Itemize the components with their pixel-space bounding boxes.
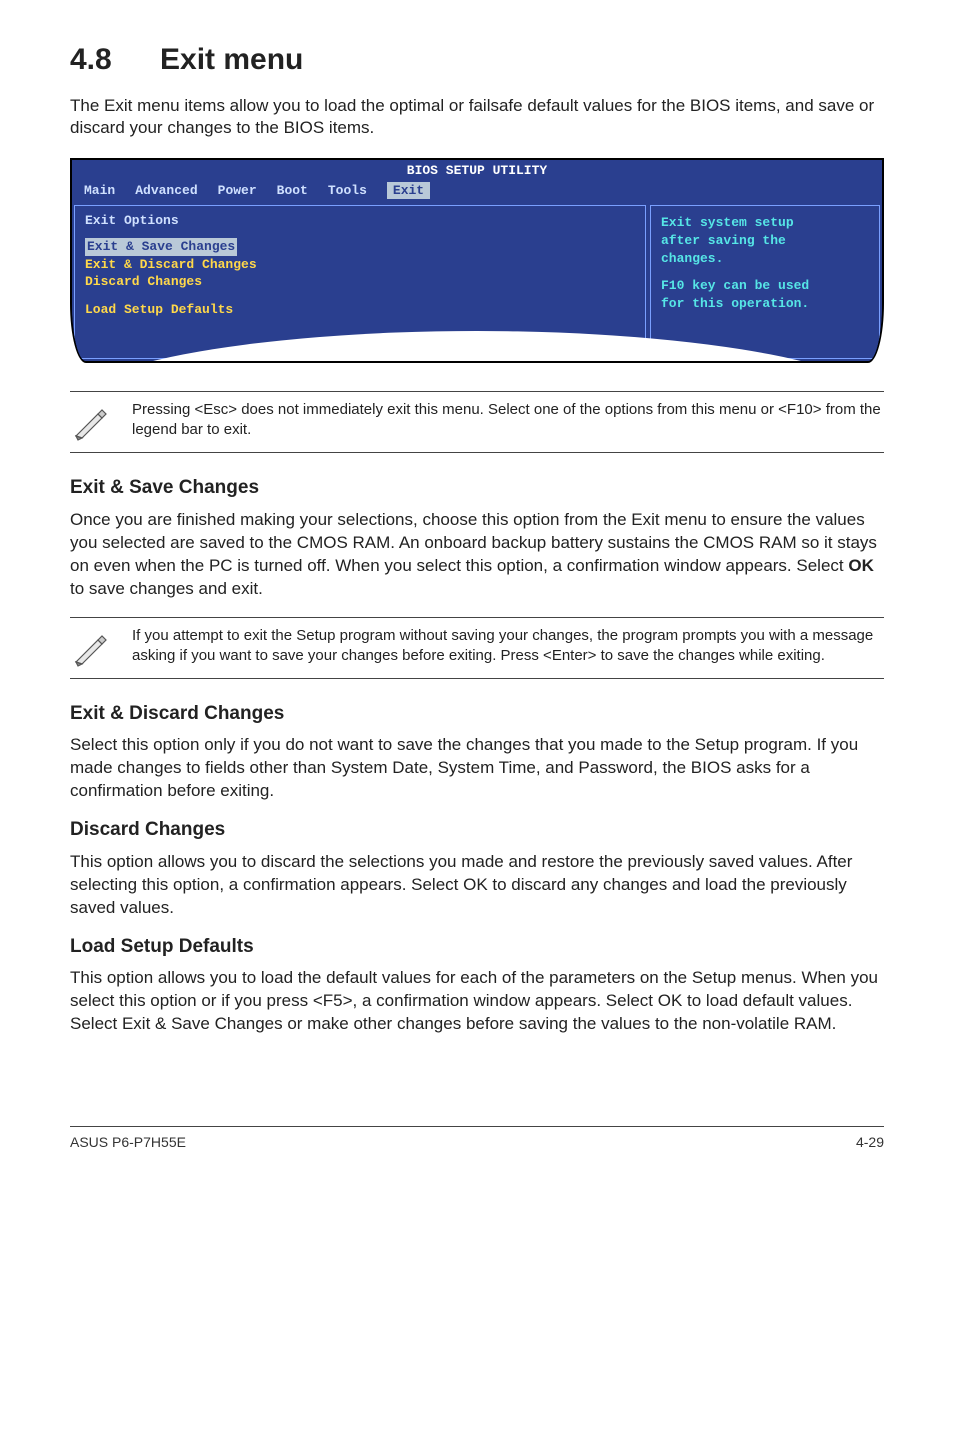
bios-tab-main[interactable]: Main bbox=[84, 182, 115, 200]
bios-help-line: F10 key can be used bbox=[661, 277, 869, 295]
footer-left: ASUS P6-P7H55E bbox=[70, 1133, 186, 1152]
paragraph-load-defaults: This option allows you to load the defau… bbox=[70, 967, 884, 1036]
note-box: Pressing <Esc> does not immediately exit… bbox=[70, 391, 884, 453]
bios-help-line: changes. bbox=[661, 250, 869, 268]
bios-menu-bar: Main Advanced Power Boot Tools Exit bbox=[72, 180, 882, 204]
bios-title-bar: BIOS SETUP UTILITY bbox=[72, 160, 882, 180]
note-box: If you attempt to exit the Setup program… bbox=[70, 617, 884, 679]
bios-left-pane: Exit Options Exit & Save Changes Exit & … bbox=[74, 205, 646, 359]
heading-exit-save: Exit & Save Changes bbox=[70, 475, 884, 501]
page-title: 4.8Exit menu bbox=[70, 40, 884, 81]
bios-item-discard[interactable]: Discard Changes bbox=[85, 273, 635, 291]
page-footer: ASUS P6-P7H55E 4-29 bbox=[70, 1126, 884, 1152]
bios-tab-advanced[interactable]: Advanced bbox=[135, 182, 197, 200]
section-name: Exit menu bbox=[160, 43, 303, 76]
note-text: Pressing <Esc> does not immediately exit… bbox=[132, 400, 884, 441]
bios-item-load-defaults[interactable]: Load Setup Defaults bbox=[85, 301, 635, 319]
bios-help-line: for this operation. bbox=[661, 295, 869, 313]
heading-exit-discard: Exit & Discard Changes bbox=[70, 701, 884, 727]
text-run: to save changes and exit. bbox=[70, 579, 263, 598]
bios-tab-tools[interactable]: Tools bbox=[328, 182, 367, 200]
bios-body: Exit Options Exit & Save Changes Exit & … bbox=[72, 203, 882, 361]
bios-tab-power[interactable]: Power bbox=[218, 182, 257, 200]
paragraph-exit-discard: Select this option only if you do not wa… bbox=[70, 734, 884, 803]
paragraph-exit-save: Once you are finished making your select… bbox=[70, 509, 884, 601]
footer-page-number: 4-29 bbox=[856, 1133, 884, 1152]
note-text: If you attempt to exit the Setup program… bbox=[132, 626, 884, 667]
bios-right-pane: Exit system setup after saving the chang… bbox=[650, 205, 880, 359]
bold-ok: OK bbox=[848, 556, 874, 575]
pencil-icon bbox=[70, 628, 110, 668]
bios-screenshot: BIOS SETUP UTILITY Main Advanced Power B… bbox=[70, 158, 884, 363]
text-run: Once you are finished making your select… bbox=[70, 510, 877, 575]
bios-item-exit-save[interactable]: Exit & Save Changes bbox=[85, 238, 237, 256]
heading-load-defaults: Load Setup Defaults bbox=[70, 934, 884, 960]
pencil-icon bbox=[70, 402, 110, 442]
section-number: 4.8 bbox=[70, 40, 160, 81]
bios-item-exit-discard[interactable]: Exit & Discard Changes bbox=[85, 256, 635, 274]
intro-paragraph: The Exit menu items allow you to load th… bbox=[70, 95, 884, 141]
bios-tab-boot[interactable]: Boot bbox=[277, 182, 308, 200]
heading-discard: Discard Changes bbox=[70, 817, 884, 843]
bios-tab-exit[interactable]: Exit bbox=[387, 182, 430, 200]
bios-help-line: after saving the bbox=[661, 232, 869, 250]
bios-left-heading: Exit Options bbox=[85, 212, 635, 230]
paragraph-discard: This option allows you to discard the se… bbox=[70, 851, 884, 920]
bios-help-line: Exit system setup bbox=[661, 214, 869, 232]
